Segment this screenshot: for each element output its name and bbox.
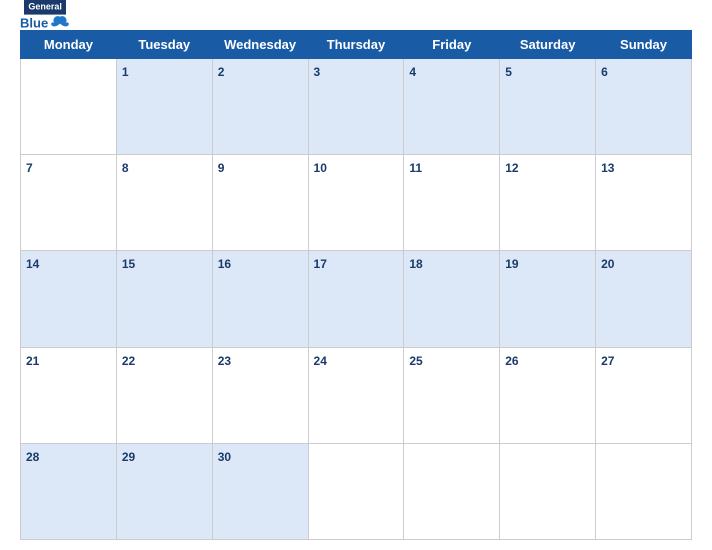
- day-number: 12: [505, 161, 518, 175]
- day-number: 19: [505, 257, 518, 271]
- day-number: 27: [601, 354, 614, 368]
- day-number: 14: [26, 257, 39, 271]
- weekday-header-row: MondayTuesdayWednesdayThursdayFridaySatu…: [21, 31, 692, 59]
- calendar-cell: 29: [116, 443, 212, 539]
- calendar-cell: 23: [212, 347, 308, 443]
- calendar-cell: 22: [116, 347, 212, 443]
- calendar-cell: 27: [596, 347, 692, 443]
- calendar-table: MondayTuesdayWednesdayThursdayFridaySatu…: [20, 30, 692, 540]
- day-number: 6: [601, 65, 608, 79]
- calendar-cell: 18: [404, 251, 500, 347]
- day-number: 7: [26, 161, 33, 175]
- logo: General Blue: [20, 0, 70, 32]
- calendar-cell: 6: [596, 59, 692, 155]
- calendar-cell: 10: [308, 155, 404, 251]
- day-number: 24: [314, 354, 327, 368]
- calendar-cell: 15: [116, 251, 212, 347]
- calendar-header: General Blue: [20, 10, 692, 22]
- day-number: 20: [601, 257, 614, 271]
- day-number: 9: [218, 161, 225, 175]
- calendar-cell: [500, 443, 596, 539]
- day-number: 15: [122, 257, 135, 271]
- day-number: 22: [122, 354, 135, 368]
- calendar-cell: 8: [116, 155, 212, 251]
- logo-blue-text: Blue: [20, 16, 48, 31]
- weekday-wednesday: Wednesday: [212, 31, 308, 59]
- weekday-monday: Monday: [21, 31, 117, 59]
- calendar-week-row: 14 15 16 17 18 19 20: [21, 251, 692, 347]
- calendar-cell: [596, 443, 692, 539]
- day-number: 29: [122, 450, 135, 464]
- day-number: 16: [218, 257, 231, 271]
- calendar-cell: [308, 443, 404, 539]
- day-number: 25: [409, 354, 422, 368]
- weekday-tuesday: Tuesday: [116, 31, 212, 59]
- day-number: 18: [409, 257, 422, 271]
- calendar-cell: 14: [21, 251, 117, 347]
- calendar-cell: 26: [500, 347, 596, 443]
- weekday-saturday: Saturday: [500, 31, 596, 59]
- day-number: 4: [409, 65, 416, 79]
- day-number: 10: [314, 161, 327, 175]
- calendar-cell: 28: [21, 443, 117, 539]
- calendar-week-row: 28 29 30: [21, 443, 692, 539]
- day-number: 2: [218, 65, 225, 79]
- calendar-week-row: 1 2 3 4 5 6: [21, 59, 692, 155]
- calendar-cell: 19: [500, 251, 596, 347]
- day-number: 26: [505, 354, 518, 368]
- calendar-cell: 13: [596, 155, 692, 251]
- calendar-cell: 12: [500, 155, 596, 251]
- calendar-cell: 1: [116, 59, 212, 155]
- logo-bird-icon: [50, 14, 70, 32]
- day-number: 21: [26, 354, 39, 368]
- calendar-cell: 25: [404, 347, 500, 443]
- calendar-cell: 9: [212, 155, 308, 251]
- calendar-cell: 3: [308, 59, 404, 155]
- weekday-thursday: Thursday: [308, 31, 404, 59]
- calendar-cell: 2: [212, 59, 308, 155]
- calendar-cell: 5: [500, 59, 596, 155]
- day-number: 13: [601, 161, 614, 175]
- day-number: 28: [26, 450, 39, 464]
- calendar-week-row: 21 22 23 24 25 26 27: [21, 347, 692, 443]
- weekday-friday: Friday: [404, 31, 500, 59]
- calendar-cell: 30: [212, 443, 308, 539]
- calendar-cell: 16: [212, 251, 308, 347]
- day-number: 5: [505, 65, 512, 79]
- calendar-week-row: 7 8 9 10 11 12 13: [21, 155, 692, 251]
- logo-general: General: [24, 0, 66, 14]
- day-number: 3: [314, 65, 321, 79]
- day-number: 11: [409, 161, 422, 175]
- calendar-cell: 17: [308, 251, 404, 347]
- calendar-cell: 24: [308, 347, 404, 443]
- calendar-cell: 7: [21, 155, 117, 251]
- weekday-sunday: Sunday: [596, 31, 692, 59]
- calendar-cell: 11: [404, 155, 500, 251]
- calendar-cell: 21: [21, 347, 117, 443]
- calendar-cell: 20: [596, 251, 692, 347]
- day-number: 23: [218, 354, 231, 368]
- day-number: 17: [314, 257, 327, 271]
- calendar-cell: [404, 443, 500, 539]
- day-number: 30: [218, 450, 231, 464]
- calendar-cell: 4: [404, 59, 500, 155]
- day-number: 8: [122, 161, 129, 175]
- day-number: 1: [122, 65, 129, 79]
- calendar-cell: [21, 59, 117, 155]
